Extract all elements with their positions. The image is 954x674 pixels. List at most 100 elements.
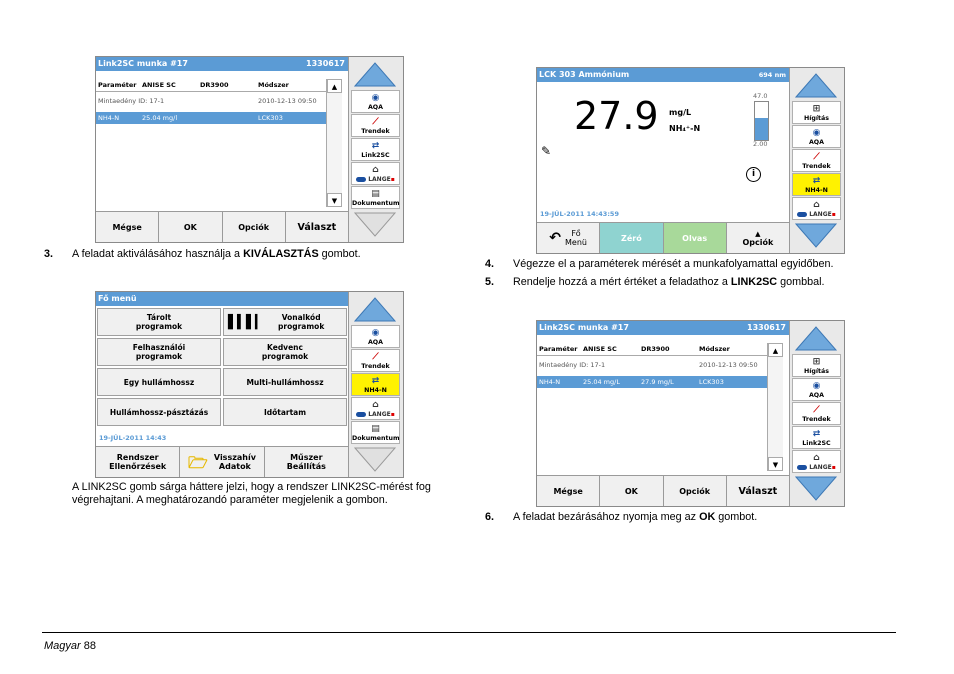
barcode-icon: ▌▍▌▎ (228, 314, 265, 330)
caption-post: gombbal. (777, 276, 825, 288)
step-number: 6. (485, 511, 495, 523)
options-button[interactable]: Opciók (664, 476, 727, 506)
zero-button[interactable]: Zéró (600, 223, 664, 253)
footer-language: Magyar (44, 640, 81, 652)
dilution-button[interactable]: ⊞ Hígítás (792, 354, 841, 377)
cancel-button[interactable]: Mégse (537, 476, 601, 506)
ok-button[interactable]: OK (600, 476, 664, 506)
level-fill (755, 117, 768, 140)
scroll-down-button[interactable]: ▼ (768, 457, 783, 471)
recall-data-button[interactable]: 🗁 Visszahív Adatok (180, 447, 265, 477)
caption-pre: A feladat aktiválásához használja a (72, 248, 244, 260)
edit-icon[interactable]: ✎ (541, 144, 551, 158)
multi-wavelength-button[interactable]: Multi-hullámhossz (223, 368, 347, 396)
cancel-button[interactable]: Mégse (96, 212, 160, 242)
footer-rule (42, 632, 896, 633)
scroll-down-arrow-icon[interactable] (793, 222, 839, 250)
home-button[interactable]: ⌂ LANGE▪ (351, 397, 400, 420)
document-icon: ▤ (371, 189, 380, 199)
aqa-button[interactable]: ◉ AQA (351, 90, 400, 113)
home-button[interactable]: ⌂ LANGE▪ (792, 197, 841, 220)
home-button[interactable]: ⌂ LANGE▪ (792, 450, 841, 473)
link2sc-label: Link2SC (802, 440, 831, 447)
aqa-button[interactable]: ◉ AQA (792, 378, 841, 401)
main-menu-button[interactable]: ↶ Fő Menü (537, 223, 601, 253)
aqa-button[interactable]: ◉ AQA (351, 325, 400, 348)
link2sc-nh4n-button[interactable]: ⇄ NH4-N (792, 173, 841, 196)
scroll-down-arrow-icon[interactable] (352, 211, 398, 239)
wavelength-scan-button[interactable]: Hullámhossz-pásztázás (97, 398, 221, 426)
table-row-selected[interactable]: NH4-N 25.04 mg/L 27.9 mg/L LCK303 (537, 376, 767, 388)
scroll-down-arrow-icon[interactable] (793, 475, 839, 503)
col-method: Módszer (258, 81, 289, 89)
ok-button[interactable]: OK (159, 212, 223, 242)
caption-text: Végezze el a paraméterek mérését a munka… (513, 258, 834, 270)
aqa-button[interactable]: ◉ AQA (792, 125, 841, 148)
scroll-up-button[interactable]: ▲ (768, 343, 783, 357)
trends-button[interactable]: ⟋ Trendek (351, 114, 400, 137)
lange-logo: LANGE▪ (352, 176, 399, 184)
caption-bold: OK (699, 511, 716, 523)
barcode-programs-button[interactable]: ▌▍▌▎ Vonalkód programok (223, 308, 347, 336)
aqa-label: AQA (808, 139, 825, 146)
trends-button[interactable]: ⟋ Trendek (792, 402, 841, 425)
scroll-up-arrow-icon[interactable] (352, 295, 398, 323)
table-row-selected[interactable]: NH4-N 25.04 mg/l LCK303 (96, 112, 326, 124)
link2sc-button[interactable]: ⇄ Link2SC (792, 426, 841, 449)
documentation-button[interactable]: ▤ Dokumentum (351, 186, 400, 209)
home-button[interactable]: ⌂ LANGE▪ (351, 162, 400, 185)
single-wavelength-button[interactable]: Egy hullámhossz (97, 368, 221, 396)
dilution-button[interactable]: ⊞ Hígítás (792, 101, 841, 124)
select-button[interactable]: Választ (727, 476, 789, 506)
caption-step-5: 5. Rendelje hozzá a mért értéket a felad… (485, 276, 905, 289)
options-button[interactable]: ▲ Opciók (727, 223, 789, 253)
label-line: programok (261, 352, 309, 361)
scrollbar[interactable]: ▲ ▼ (767, 343, 783, 471)
scroll-down-button[interactable]: ▼ (327, 193, 342, 207)
instrument-setup-button[interactable]: Műszer Beállítás (265, 447, 348, 477)
label-line: Adatok (218, 462, 251, 471)
stored-programs-button[interactable]: Tárolt programok (97, 308, 221, 336)
user-programs-button[interactable]: Felhasználói programok (97, 338, 221, 366)
col-sensor: ANISE SC (583, 345, 617, 353)
cell: NH4-N (98, 114, 120, 122)
cell: 25.04 mg/l (142, 114, 178, 122)
step-number: 3. (44, 248, 54, 260)
trends-button[interactable]: ⟋ Trendek (792, 149, 841, 172)
cell: 25.04 mg/L (583, 378, 620, 386)
options-button[interactable]: Opciók (223, 212, 286, 242)
datetime: 19-JÚL-2011 14:43:59 (540, 210, 619, 218)
read-button[interactable]: Olvas (663, 223, 727, 253)
table-row[interactable]: Mintaedény ID: 17-1 2010-12-13 09:50 (96, 95, 326, 107)
label-line: programok (278, 322, 325, 331)
scroll-up-button[interactable]: ▲ (327, 79, 342, 93)
link2sc-button[interactable]: ⇄ Link2SC (351, 138, 400, 161)
time-course-button[interactable]: Időtartam (223, 398, 347, 426)
chart-icon: ⟋ (813, 405, 820, 415)
system-checks-button[interactable]: Rendszer Ellenőrzések (96, 447, 181, 477)
scrollbar[interactable]: ▲ ▼ (326, 79, 342, 207)
screen-link2sc-task: Link2SC munka #17 1330617 Paraméter ANIS… (95, 56, 404, 243)
documentation-button[interactable]: ▤ Dokumentum (351, 421, 400, 444)
aqa-label: AQA (367, 339, 384, 346)
aqa-label: AQA (808, 392, 825, 399)
globe-icon: ◉ (371, 93, 380, 103)
link2sc-nh4n-button[interactable]: ⇄ NH4-N (351, 373, 400, 396)
footer-bar: Mégse OK Opciók Választ (96, 211, 348, 242)
sidebar: ⊞ Hígítás ◉ AQA ⟋ Trendek ⇄ NH4-N ⌂ LANGE▪ (789, 68, 844, 253)
scroll-up-arrow-icon[interactable] (793, 324, 839, 352)
table-row[interactable]: Mintaedény ID: 17-1 2010-12-13 09:50 (537, 359, 767, 371)
home-icon: ⌂ (372, 165, 379, 175)
scroll-up-arrow-icon[interactable] (793, 71, 839, 99)
home-icon: ⌂ (372, 400, 379, 410)
screen-title: Link2SC munka #17 (539, 323, 629, 332)
favorite-programs-button[interactable]: Kedvenc programok (223, 338, 347, 366)
select-button[interactable]: Választ (286, 212, 348, 242)
info-icon[interactable]: i (746, 167, 761, 182)
screen-main-menu: Fő menü Tárolt programok ▌▍▌▎ Vonalkód prog… (95, 291, 404, 478)
scroll-up-arrow-icon[interactable] (352, 60, 398, 88)
label-line: Ellenőrzések (109, 462, 167, 471)
aqa-label: AQA (367, 104, 384, 111)
trends-button[interactable]: ⟋ Trendek (351, 349, 400, 372)
scroll-down-arrow-icon[interactable] (352, 446, 398, 474)
